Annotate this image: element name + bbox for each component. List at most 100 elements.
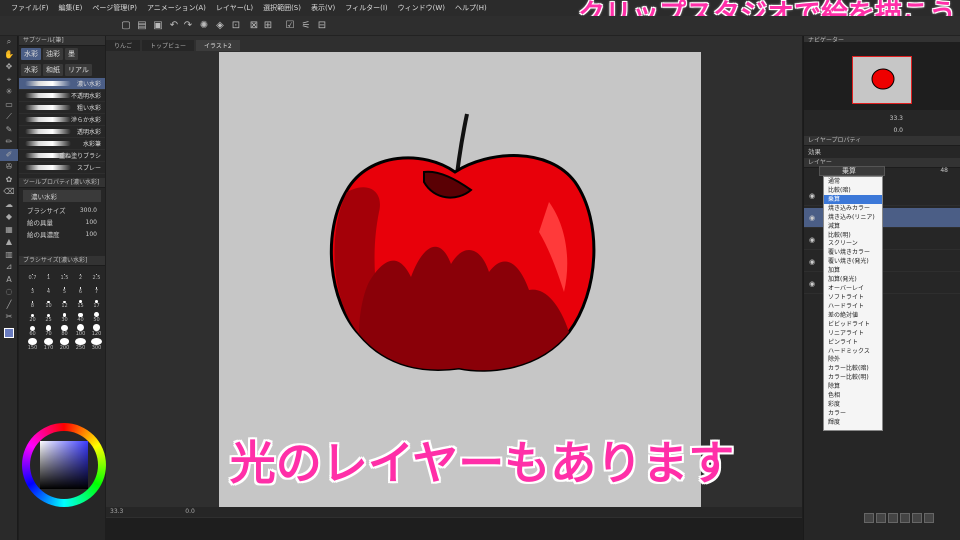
blend-mode-option[interactable]: 除算 <box>824 382 882 391</box>
blend-mode-option[interactable]: 輝度 <box>824 418 882 427</box>
deco-icon[interactable]: ✿ <box>0 174 18 187</box>
snap-icon[interactable]: ⚟ <box>300 20 312 32</box>
eye-icon[interactable]: ◉ <box>809 280 815 288</box>
brush-size-option[interactable]: 70 <box>41 324 56 337</box>
tab-ink[interactable]: 墨 <box>65 48 78 60</box>
brush-item[interactable]: 水彩筆 <box>19 138 105 150</box>
blend-mode-option[interactable]: 比較(暗) <box>824 186 882 195</box>
new-icon[interactable]: ▢ <box>120 20 132 32</box>
blend-mode-option[interactable]: カラー <box>824 409 882 418</box>
tab-real[interactable]: リアル <box>65 64 92 76</box>
brush-item[interactable]: 重ね塗りブラシ <box>19 150 105 162</box>
blend-mode-option[interactable]: ビビッドライト <box>824 320 882 329</box>
brush-item[interactable]: 滲らか水彩 <box>19 114 105 126</box>
rect-select-icon[interactable]: ▭ <box>0 99 18 112</box>
blend-mode-option[interactable]: 除外 <box>824 355 882 364</box>
deselect-icon[interactable]: ⊠ <box>248 20 260 32</box>
menu-item[interactable]: レイヤー(L) <box>211 3 258 13</box>
navigator-rotate-row[interactable]: 0.0 <box>804 124 960 136</box>
blend-icon[interactable]: ☁ <box>0 199 18 212</box>
blend-mode-option[interactable]: 通常 <box>824 177 882 186</box>
brush-item[interactable]: スプレー <box>19 162 105 174</box>
paint-amount-row[interactable]: 絵の具量 100 <box>19 216 105 228</box>
doc-tab-1[interactable]: りんご <box>106 40 141 51</box>
tab-watercolor[interactable]: 水彩 <box>21 48 41 60</box>
paint-density-row[interactable]: 絵の具濃度 100 <box>19 228 105 240</box>
undo-icon[interactable]: ↶ <box>168 20 180 32</box>
opacity-value[interactable]: 48 <box>940 167 948 174</box>
eye-icon[interactable]: ◉ <box>809 214 815 222</box>
brush-size-option[interactable]: 2 <box>73 268 88 281</box>
eye-icon[interactable]: ◉ <box>809 192 815 200</box>
brush-item[interactable]: 濃い水彩 <box>19 78 105 90</box>
airbrush-icon[interactable]: ✇ <box>0 161 18 174</box>
menu-item[interactable]: 選択範囲(S) <box>258 3 306 13</box>
menu-item[interactable]: フィルター(I) <box>340 3 392 13</box>
new-folder-icon[interactable] <box>876 513 886 523</box>
tab-washi[interactable]: 和紙 <box>43 64 63 76</box>
brush-size-option[interactable]: 3 <box>25 282 40 295</box>
correct-icon[interactable]: ✂ <box>0 311 18 324</box>
transform-icon[interactable]: ⊡ <box>230 20 242 32</box>
line-icon[interactable]: ╱ <box>0 299 18 312</box>
brush-size-option[interactable]: 250 <box>73 338 88 351</box>
brush-size-option[interactable]: 2.5 <box>89 268 104 281</box>
save-icon[interactable]: ▣ <box>152 20 164 32</box>
blend-mode-option[interactable]: 比較(明) <box>824 231 882 240</box>
blend-mode-option[interactable]: スクリーン <box>824 239 882 248</box>
brush-size-option[interactable]: 4 <box>41 282 56 295</box>
brush-size-row[interactable]: ブラシサイズ 300.0 <box>19 204 105 216</box>
brush-size-option[interactable]: 15 <box>73 296 88 309</box>
blend-mode-option[interactable]: ピンライト <box>824 338 882 347</box>
fill-icon[interactable]: ◆ <box>0 211 18 224</box>
eye-icon[interactable]: ◉ <box>809 258 815 266</box>
color-swatch-icon[interactable] <box>0 327 18 341</box>
pen-icon[interactable]: ✎ <box>0 124 18 137</box>
blend-mode-option[interactable]: ハードミックス <box>824 347 882 356</box>
menu-item[interactable]: 編集(E) <box>54 3 88 13</box>
ruler-icon[interactable]: ⊿ <box>0 261 18 274</box>
brush-size-option[interactable]: 120 <box>89 324 104 337</box>
brush-size-option[interactable]: 17 <box>89 296 104 309</box>
blend-mode-option[interactable]: 差の絶対値 <box>824 311 882 320</box>
doc-tab-3[interactable]: イラスト2 <box>196 40 240 51</box>
merge-icon[interactable] <box>900 513 910 523</box>
fill-icon[interactable]: ◈ <box>214 20 226 32</box>
crop-icon[interactable]: ⊞ <box>262 20 274 32</box>
zoom-icon[interactable]: ⌕ <box>0 36 18 49</box>
brush-size-option[interactable]: 20 <box>25 310 40 323</box>
doc-tab-2[interactable]: トップビュー <box>142 40 195 51</box>
brush-item[interactable]: 透明水彩 <box>19 126 105 138</box>
hand-icon[interactable]: ✋ <box>0 49 18 62</box>
brush-size-option[interactable]: 10 <box>41 296 56 309</box>
color-square[interactable] <box>40 441 88 489</box>
blend-mode-option[interactable]: ソフトライト <box>824 293 882 302</box>
zoom-value[interactable]: 33.3 <box>110 508 123 515</box>
brush-size-option[interactable]: 150 <box>25 338 40 351</box>
navigator-zoom-row[interactable]: 33.3 <box>804 112 960 124</box>
eye-icon[interactable]: ◉ <box>809 236 815 244</box>
brush-size-option[interactable]: 300 <box>89 338 104 351</box>
frame-icon[interactable]: ▥ <box>0 249 18 262</box>
blend-mode-option[interactable]: 色相 <box>824 391 882 400</box>
balloon-icon[interactable]: ◌ <box>0 286 18 299</box>
brush-icon[interactable]: ✐ <box>0 148 18 161</box>
brush-size-option[interactable]: 0.7 <box>25 268 40 281</box>
menu-item[interactable]: ファイル(F) <box>6 3 54 13</box>
blend-mode-option[interactable]: 減算 <box>824 222 882 231</box>
blend-mode-option[interactable]: 焼き込み(リニア) <box>824 213 882 222</box>
blend-mode-option[interactable]: 覆い焼きカラー <box>824 248 882 257</box>
tab-watercolor-2[interactable]: 水彩 <box>21 64 41 76</box>
brush-size-option[interactable]: 5 <box>57 282 72 295</box>
figure-icon[interactable]: ▲ <box>0 236 18 249</box>
brush-size-option[interactable]: 40 <box>73 310 88 323</box>
menu-item[interactable]: 表示(V) <box>306 3 340 13</box>
tab-oil[interactable]: 油彩 <box>43 48 63 60</box>
blend-mode-option[interactable]: 加算(発光) <box>824 275 882 284</box>
color-wheel[interactable] <box>22 423 106 507</box>
redo-icon[interactable]: ↷ <box>182 20 194 32</box>
menu-item[interactable]: ページ管理(P) <box>87 3 142 13</box>
navigator-thumbnail[interactable] <box>852 56 912 104</box>
pencil-icon[interactable]: ✏ <box>0 136 18 149</box>
menu-item[interactable]: ヘルプ(H) <box>450 3 492 13</box>
